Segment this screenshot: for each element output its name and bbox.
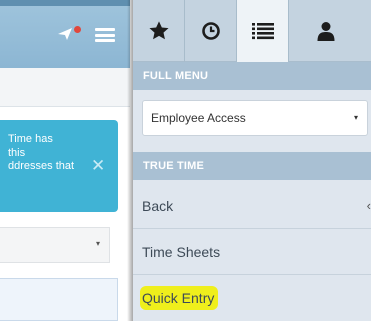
chevron-down-icon: ▾ (95, 239, 100, 248)
menu-item-label: Time Sheets (142, 244, 221, 260)
menu-item-label: Quick Entry (140, 286, 219, 310)
content-header-row (0, 68, 130, 107)
tab-recent[interactable] (185, 0, 237, 62)
send-icon[interactable] (56, 26, 74, 42)
menu-tabbar (133, 0, 371, 62)
full-menu-header: FULL MENU (133, 62, 371, 90)
list-icon (251, 23, 274, 40)
background-select[interactable]: ▾ (0, 227, 110, 263)
person-icon (317, 22, 335, 41)
clock-icon (201, 22, 220, 40)
background-app: Time has this ddresses that ✕ ▾ (0, 0, 130, 321)
notification-badge (74, 26, 81, 33)
chevron-down-icon: ▾ (353, 113, 358, 122)
menu-item-time-sheets[interactable]: Time Sheets (133, 229, 371, 275)
chevron-left-icon: ‹ (366, 198, 371, 213)
tab-menu[interactable] (237, 0, 289, 62)
true-time-header: TRUE TIME (133, 152, 371, 180)
close-icon[interactable]: ✕ (91, 157, 105, 174)
app-header (0, 0, 130, 68)
tab-account[interactable] (289, 0, 371, 62)
hamburger-menu-icon[interactable] (95, 28, 115, 42)
background-panel (0, 278, 118, 321)
alert-text: Time has this ddresses that (8, 133, 75, 172)
tab-favorites[interactable] (133, 0, 185, 62)
star-icon (148, 21, 169, 40)
select-value: Employee Access (151, 111, 246, 125)
menu-item-label: Back (142, 198, 174, 214)
header-strip (0, 0, 130, 6)
side-menu-panel: FULL MENU Employee Access ▾ TRUE TIME Ba… (133, 0, 371, 321)
employee-access-select[interactable]: Employee Access ▾ (142, 100, 368, 136)
menu-item-back[interactable]: Back ‹ (133, 183, 371, 229)
menu-item-quick-entry[interactable]: Quick Entry (133, 275, 371, 321)
